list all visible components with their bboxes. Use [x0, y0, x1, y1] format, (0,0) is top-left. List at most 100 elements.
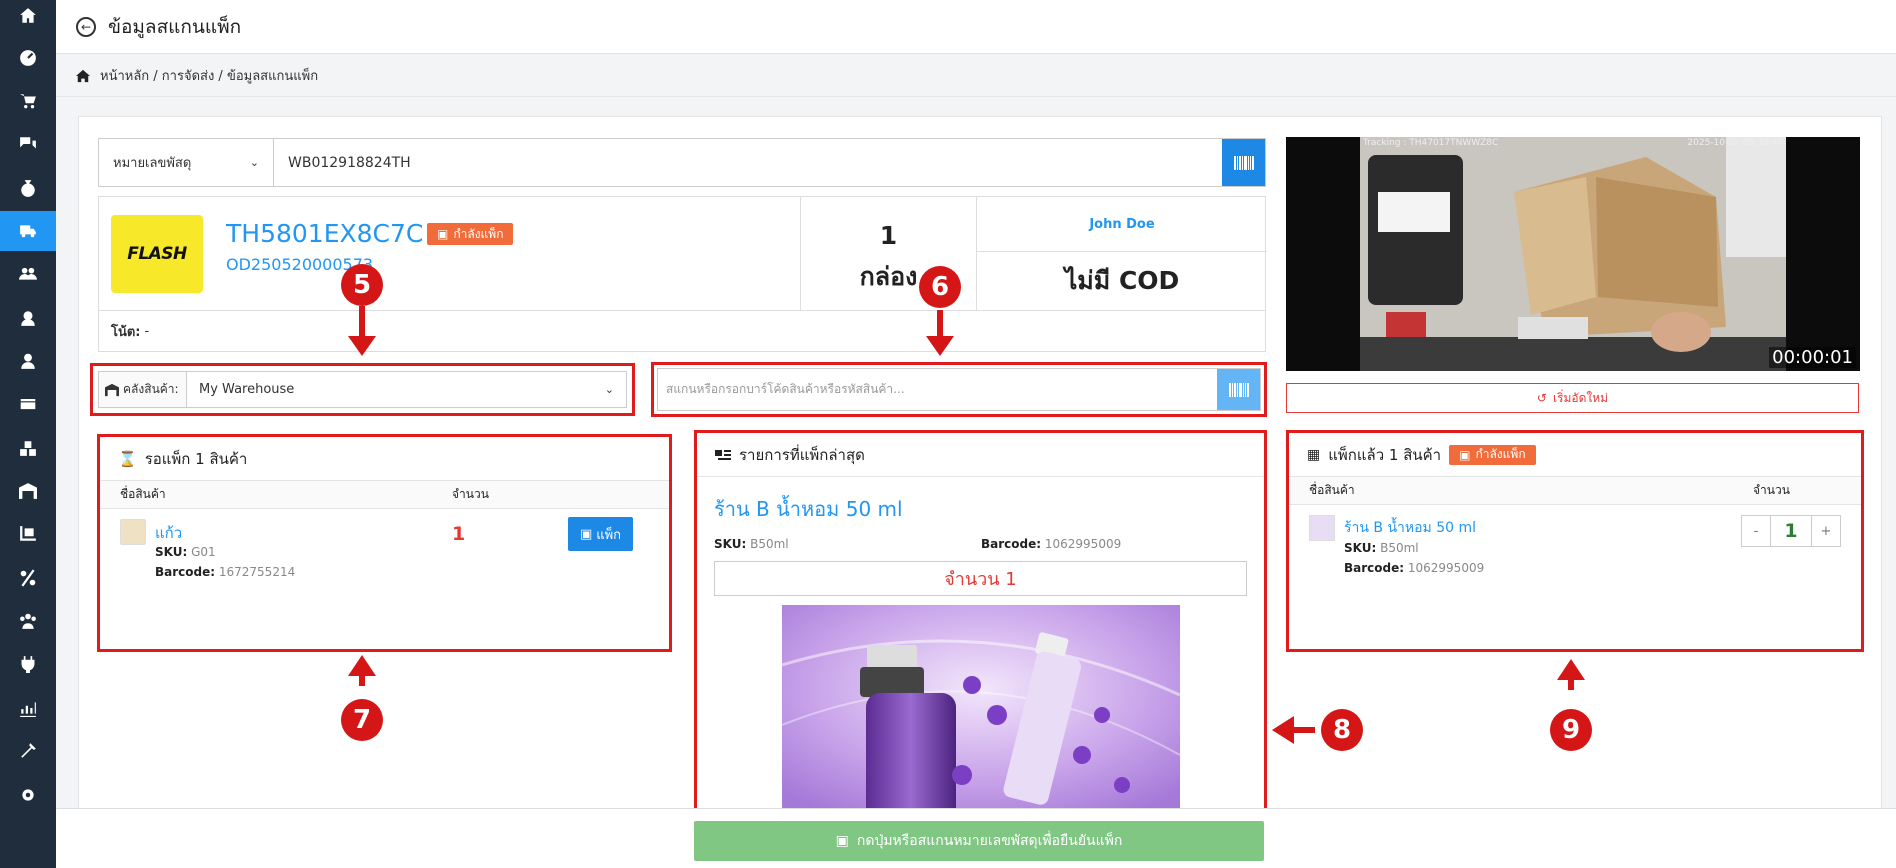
latest-barcode: Barcode: 1062995009	[981, 537, 1122, 551]
item-barcode: Barcode: 1672755214	[155, 565, 296, 579]
column-name: ชื่อสินค้า	[120, 487, 166, 501]
note-value: -	[144, 324, 150, 339]
warehouse-selector: คลังสินค้า: My Warehouse ⌄	[90, 363, 635, 416]
packing-list-icon	[715, 449, 731, 460]
packed-column-headers: ชื่อสินค้า จำนวน	[1289, 477, 1861, 505]
callout-6: 7	[341, 699, 383, 741]
barcode-icon	[1228, 382, 1249, 397]
chevron-down-icon: ⌄	[604, 383, 614, 396]
sidebar-money-bag-icon[interactable]	[0, 168, 56, 208]
item-sku: SKU: B50ml	[1344, 541, 1419, 555]
quantity-value[interactable]: 1	[1770, 516, 1812, 546]
sidebar-boxes-icon[interactable]	[0, 428, 56, 468]
pending-column-headers: ชื่อสินค้า จำนวน	[100, 481, 669, 509]
breadcrumb-text[interactable]: หน้าหลัก / การจัดส่ง / ข้อมูลสแกนแพ็ก	[100, 65, 318, 86]
packed-panel: ▦ แพ็กแล้ว 1 สินค้า ▣ กำลังแพ็ก ชื่อสินค…	[1286, 430, 1864, 652]
warehouse-icon	[105, 383, 119, 396]
chevron-down-icon: ⌄	[249, 156, 259, 169]
sidebar-dolly-icon[interactable]	[0, 514, 56, 554]
sidebar-shipping-icon[interactable]	[0, 211, 56, 251]
column-qty: จำนวน	[452, 487, 489, 501]
packed-item-row: ร้าน B น้ำหอม 50 ml SKU: B50ml Barcode: …	[1289, 505, 1861, 585]
pack-button-label: แพ็ก	[596, 527, 622, 543]
box-icon: ▣	[835, 833, 849, 849]
pack-button[interactable]: ▣ แพ็ก	[568, 517, 633, 551]
item-sku: SKU: G01	[155, 545, 216, 559]
box-open-icon: ▣	[437, 227, 449, 241]
sidebar-support-icon[interactable]	[0, 298, 56, 338]
parcel-number-input[interactable]: WB012918824TH	[274, 139, 1222, 186]
sidebar-team-icon[interactable]	[0, 601, 56, 641]
sidebar-settings-icon[interactable]	[0, 775, 56, 815]
restart-recording-button[interactable]: ↺ เริ่มอัดใหม่	[1286, 383, 1859, 413]
item-barcode: Barcode: 1062995009	[1344, 561, 1485, 575]
tracking-number[interactable]: TH5801EX8C7C	[226, 219, 423, 248]
warehouse-value: My Warehouse	[199, 382, 295, 397]
order-main: FLASH TH5801EX8C7C ▣ กำลังแพ็ก OD2505200…	[99, 197, 801, 310]
bottom-action-bar: ▣ กดปุ่มหรือสแกนหมายเลขพัสดุเพื่อยืนยันแ…	[56, 808, 1896, 868]
product-scan-button[interactable]	[1217, 369, 1260, 410]
search-type-select[interactable]: หมายเลขพัสดุ ⌄	[99, 139, 274, 186]
breadcrumb: หน้าหลัก / การจัดส่ง / ข้อมูลสแกนแพ็ก	[56, 55, 1896, 97]
sidebar-home-icon[interactable]	[0, 0, 56, 36]
customer-name[interactable]: John Doe	[977, 197, 1267, 252]
carrier-logo: FLASH	[111, 215, 203, 293]
item-name[interactable]: แก้ว	[155, 521, 182, 545]
packed-status-badge: ▣ กำลังแพ็ก	[1449, 444, 1536, 465]
sidebar-cart-icon[interactable]	[0, 81, 56, 121]
restart-label: เริ่มอัดใหม่	[1552, 390, 1609, 405]
parcel-search-bar: หมายเลขพัสดุ ⌄ WB012918824TH	[98, 138, 1266, 187]
latest-header: รายการที่แพ็กล่าสุด	[697, 433, 1264, 477]
confirm-pack-button[interactable]: ▣ กดปุ่มหรือสแกนหมายเลขพัสดุเพื่อยืนยันแ…	[694, 821, 1264, 861]
decrement-button[interactable]: -	[1742, 516, 1770, 546]
boxes-icon: ▦	[1307, 446, 1321, 463]
quantity-stepper: - 1 +	[1741, 515, 1841, 547]
callout-5: 5	[341, 264, 383, 306]
box-icon: ▣	[579, 526, 593, 542]
sidebar-users-icon[interactable]	[0, 254, 56, 294]
barcode-scan-button[interactable]	[1222, 139, 1265, 186]
sidebar	[0, 0, 56, 868]
recording-timer: 00:00:01	[1769, 347, 1856, 368]
box-open-icon: ▣	[1459, 447, 1471, 462]
callout-8: 8	[1321, 709, 1363, 751]
sidebar-plug-icon[interactable]	[0, 644, 56, 684]
page-header: ← ข้อมูลสแกนแพ็ก	[56, 0, 1896, 54]
warehouse-label: คลังสินค้า:	[99, 372, 187, 407]
pending-header: ⌛ รอแพ็ก 1 สินค้า	[100, 437, 669, 481]
packed-status-text: กำลังแพ็ก	[1475, 447, 1526, 461]
column-qty: จำนวน	[1753, 483, 1790, 497]
sidebar-warehouse-icon[interactable]	[0, 471, 56, 511]
sidebar-staff-icon[interactable]	[0, 341, 56, 381]
home-icon[interactable]	[76, 69, 90, 83]
video-tracking-overlay: Tracking : TH47017TNWWZ8C	[1363, 138, 1499, 148]
status-badge: ▣ กำลังแพ็ก	[427, 223, 514, 245]
order-info-box: FLASH TH5801EX8C7C ▣ กำลังแพ็ก OD2505200…	[98, 196, 1267, 352]
sidebar-chart-icon[interactable]	[0, 688, 56, 728]
sidebar-card-icon[interactable]	[0, 384, 56, 424]
packed-header: ▦ แพ็กแล้ว 1 สินค้า ▣ กำลังแพ็ก	[1289, 433, 1861, 477]
product-barcode-input[interactable]: สแกนหรือกรอกบาร์โค้ดสินค้าหรือรหัสสินค้า…	[658, 369, 1217, 410]
sidebar-tools-icon[interactable]	[0, 731, 56, 771]
column-name: ชื่อสินค้า	[1309, 483, 1355, 497]
latest-qty: จำนวน 1	[714, 561, 1247, 596]
pending-panel: ⌛ รอแพ็ก 1 สินค้า ชื่อสินค้า จำนวน แก้ว …	[97, 434, 672, 652]
increment-button[interactable]: +	[1812, 516, 1840, 546]
latest-product-name[interactable]: ร้าน B น้ำหอม 50 ml	[714, 493, 903, 525]
barcode-icon	[1233, 155, 1254, 170]
note-label: โน้ต:	[111, 325, 141, 340]
callout-7: 6	[919, 266, 961, 308]
product-thumbnail	[1309, 515, 1335, 541]
packing-video: Tracking : TH47017TNWWZ8C 2025-10-02 09:…	[1286, 137, 1860, 371]
sidebar-percent-icon[interactable]	[0, 558, 56, 598]
sidebar-chat-icon[interactable]	[0, 124, 56, 164]
back-arrow-icon[interactable]: ←	[76, 16, 96, 37]
item-name[interactable]: ร้าน B น้ำหอม 50 ml	[1344, 517, 1476, 539]
status-badge-text: กำลังแพ็ก	[453, 226, 504, 241]
search-type-label: หมายเลขพัสดุ	[113, 156, 192, 171]
sidebar-dashboard-icon[interactable]	[0, 38, 56, 78]
warehouse-label-text: คลังสินค้า:	[123, 382, 179, 396]
warehouse-select[interactable]: My Warehouse ⌄	[187, 372, 626, 407]
latest-title: รายการที่แพ็กล่าสุด	[739, 445, 865, 464]
pending-item-row: แก้ว SKU: G01 Barcode: 1672755214 1 ▣ แพ…	[100, 509, 669, 589]
